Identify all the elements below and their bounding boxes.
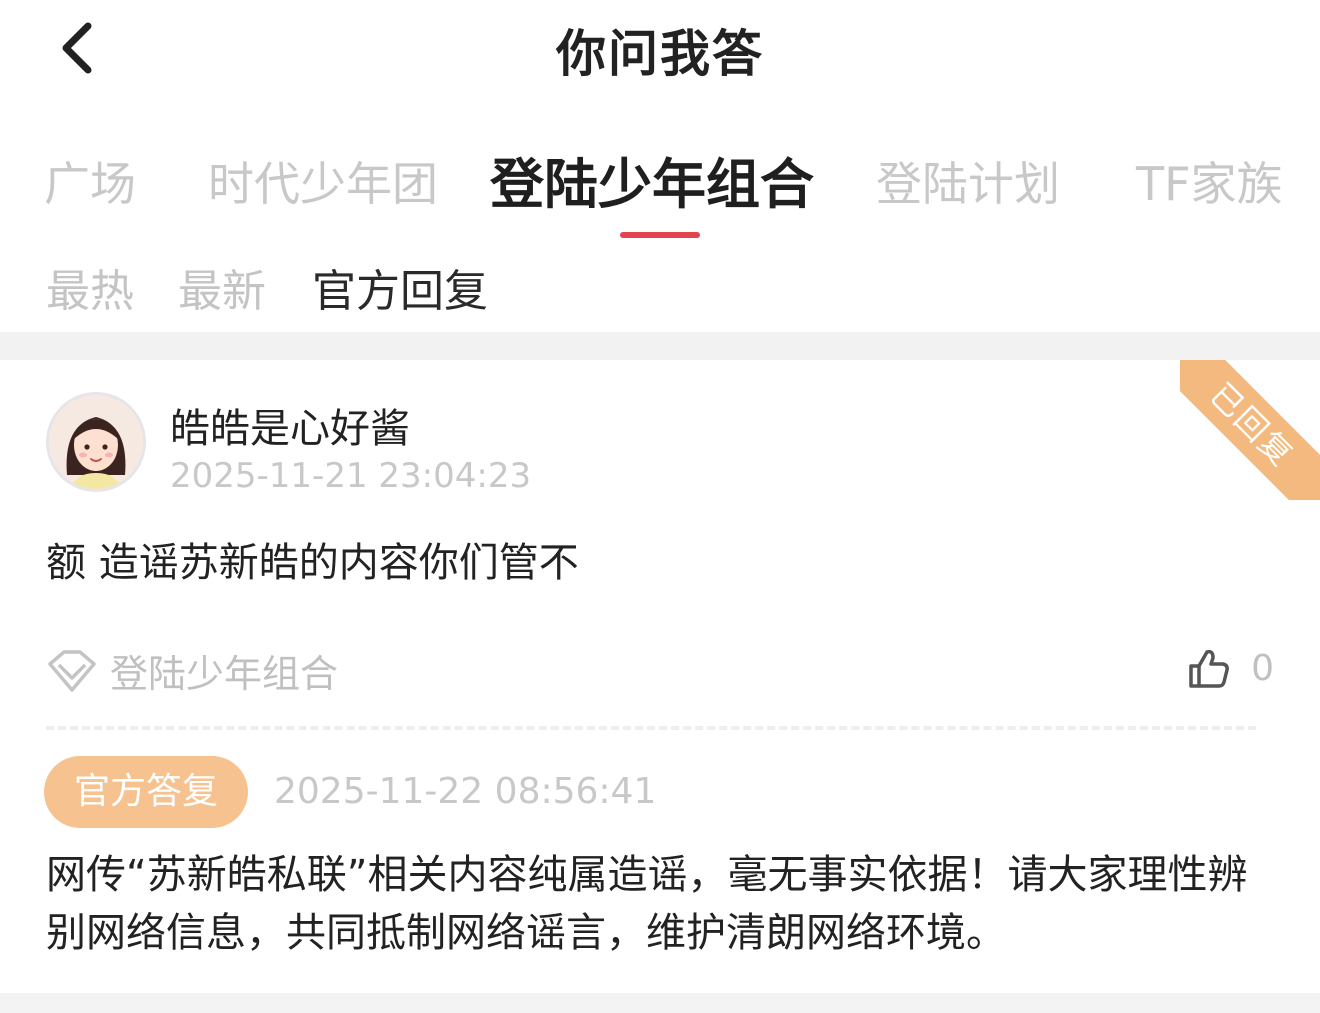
diamond-icon [48, 650, 96, 692]
replied-ribbon-label: 已回复 [1180, 360, 1320, 500]
reply-time: 2025-11-22 08:56:41 [274, 771, 657, 812]
like-count: 0 [1251, 647, 1274, 689]
post-time: 2025-11-21 23:04:23 [170, 456, 532, 496]
active-tab-indicator [620, 232, 700, 238]
dashed-divider [46, 726, 1256, 730]
subtab-official-reply[interactable]: 官方回复 [312, 255, 488, 319]
topic-tag[interactable]: 登陆少年组合 [46, 642, 338, 698]
subtab-hottest[interactable]: 最热 [46, 255, 134, 319]
qa-card[interactable]: 皓皓是心好酱 2025-11-21 23:04:23 已回复 额 造谣苏新皓的内… [0, 360, 1320, 993]
tab-tf-family[interactable]: TF家族 [1136, 148, 1283, 214]
question-text: 额 造谣苏新皓的内容你们管不 [46, 540, 579, 586]
avatar[interactable] [46, 392, 146, 492]
replied-ribbon: 已回复 [1180, 360, 1320, 500]
topic-label: 登陆少年组合 [110, 651, 339, 696]
tab-denglu-shaonian[interactable]: 登陆少年组合 [490, 140, 814, 219]
section-divider [0, 332, 1320, 360]
top-bar: 你问我答 [0, 0, 1320, 100]
bottom-strip [0, 993, 1320, 1013]
tab-tnt[interactable]: 时代少年团 [208, 148, 438, 214]
official-reply-text: 网传“苏新皓私联”相关内容纯属造谣，毫无事实依据！请大家理性辨别网络信息，共同抵… [46, 852, 1248, 956]
page-title: 你问我答 [556, 25, 764, 83]
like-area: 0 [1187, 640, 1274, 696]
sort-tabs: 最热 最新 官方回复 [0, 255, 1320, 325]
username[interactable]: 皓皓是心好酱 [170, 396, 410, 454]
thumbs-up-icon[interactable] [1187, 646, 1231, 690]
category-tabs: 广场 时代少年团 登陆少年组合 登陆计划 TF家族 [0, 140, 1320, 240]
official-reply-badge: 官方答复 [44, 756, 248, 828]
avatar-illustration [49, 395, 143, 489]
tab-denglu-plan[interactable]: 登陆计划 [876, 148, 1060, 214]
tab-plaza[interactable]: 广场 [44, 148, 136, 214]
subtab-newest[interactable]: 最新 [178, 255, 266, 319]
